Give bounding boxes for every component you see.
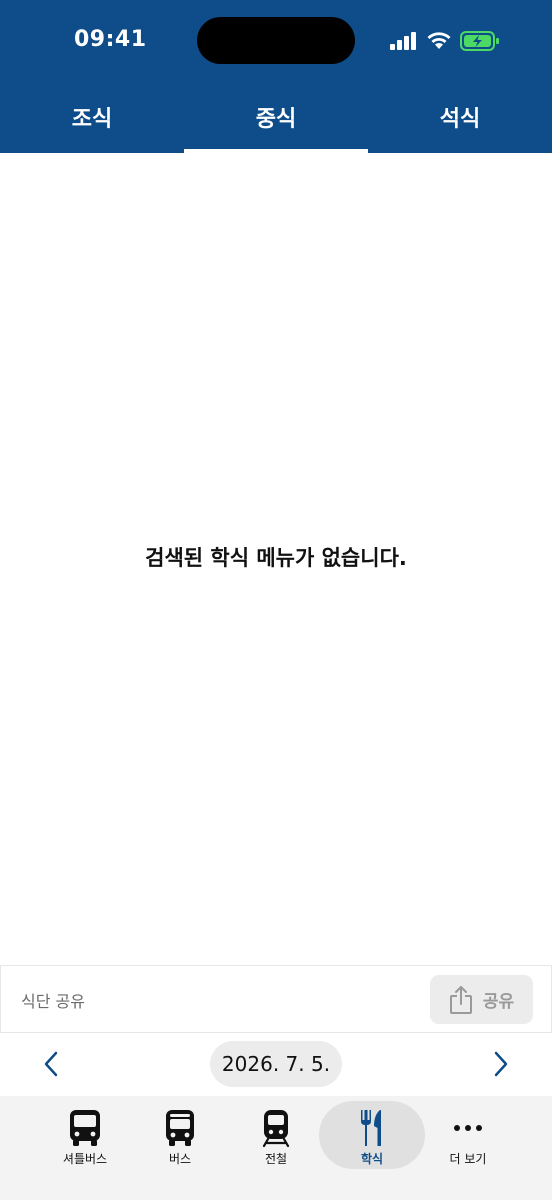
- tab-breakfast[interactable]: 조식: [0, 80, 184, 153]
- tab-label: 중식: [255, 106, 297, 132]
- share-button[interactable]: 공유: [430, 975, 533, 1024]
- nav-label: 전철: [264, 1152, 288, 1166]
- bottom-tab-bar: 셔틀버스 버스 전철 학식 더 보기: [0, 1096, 552, 1200]
- dynamic-island: [197, 17, 355, 64]
- bus-icon: [166, 1110, 194, 1146]
- shuttle-bus-icon: [70, 1110, 100, 1146]
- nav-label: 셔틀버스: [62, 1152, 108, 1166]
- nav-label: 학식: [360, 1152, 384, 1166]
- date-navigator: 2026. 7. 5.: [0, 1033, 552, 1096]
- nav-label: 버스: [168, 1152, 192, 1166]
- tab-dinner[interactable]: 석식: [368, 80, 552, 153]
- nav-more[interactable]: 더 보기: [418, 1102, 518, 1170]
- nav-bus[interactable]: 버스: [130, 1102, 230, 1170]
- tab-selected-indicator: [184, 149, 368, 153]
- nav-label: 더 보기: [449, 1152, 487, 1166]
- selected-date: 2026. 7. 5.: [221, 1052, 331, 1076]
- battery-charging-icon: [460, 31, 499, 51]
- tab-label: 조식: [71, 106, 113, 132]
- share-bar: 식단 공유 공유: [0, 965, 552, 1033]
- share-icon: [449, 985, 472, 1014]
- tab-lunch[interactable]: 중식: [184, 80, 368, 153]
- nav-shuttle-bus[interactable]: 셔틀버스: [35, 1102, 135, 1170]
- date-picker-button[interactable]: 2026. 7. 5.: [210, 1041, 342, 1087]
- nav-train[interactable]: 전철: [226, 1102, 326, 1170]
- chevron-left-icon[interactable]: [38, 1050, 66, 1078]
- meal-tabs: 조식 중식 석식: [0, 80, 552, 153]
- cellular-signal-icon: [390, 32, 416, 50]
- status-bar: 09:41: [0, 0, 552, 80]
- tab-label: 석식: [439, 106, 481, 132]
- share-label: 식단 공유: [21, 992, 85, 1011]
- status-time: 09:41: [74, 27, 147, 52]
- chevron-right-icon[interactable]: [486, 1050, 514, 1078]
- train-icon: [262, 1110, 290, 1147]
- share-button-label: 공유: [482, 992, 515, 1012]
- app-header: 09:41 조식 중식 석식: [0, 0, 552, 153]
- nav-cafeteria[interactable]: 학식: [322, 1102, 422, 1170]
- status-icons: [390, 29, 500, 53]
- empty-state-message: 검색된 학식 메뉴가 없습니다.: [145, 546, 407, 570]
- more-icon: [454, 1125, 482, 1131]
- fork-knife-icon: [361, 1110, 381, 1146]
- wifi-icon: [427, 32, 451, 49]
